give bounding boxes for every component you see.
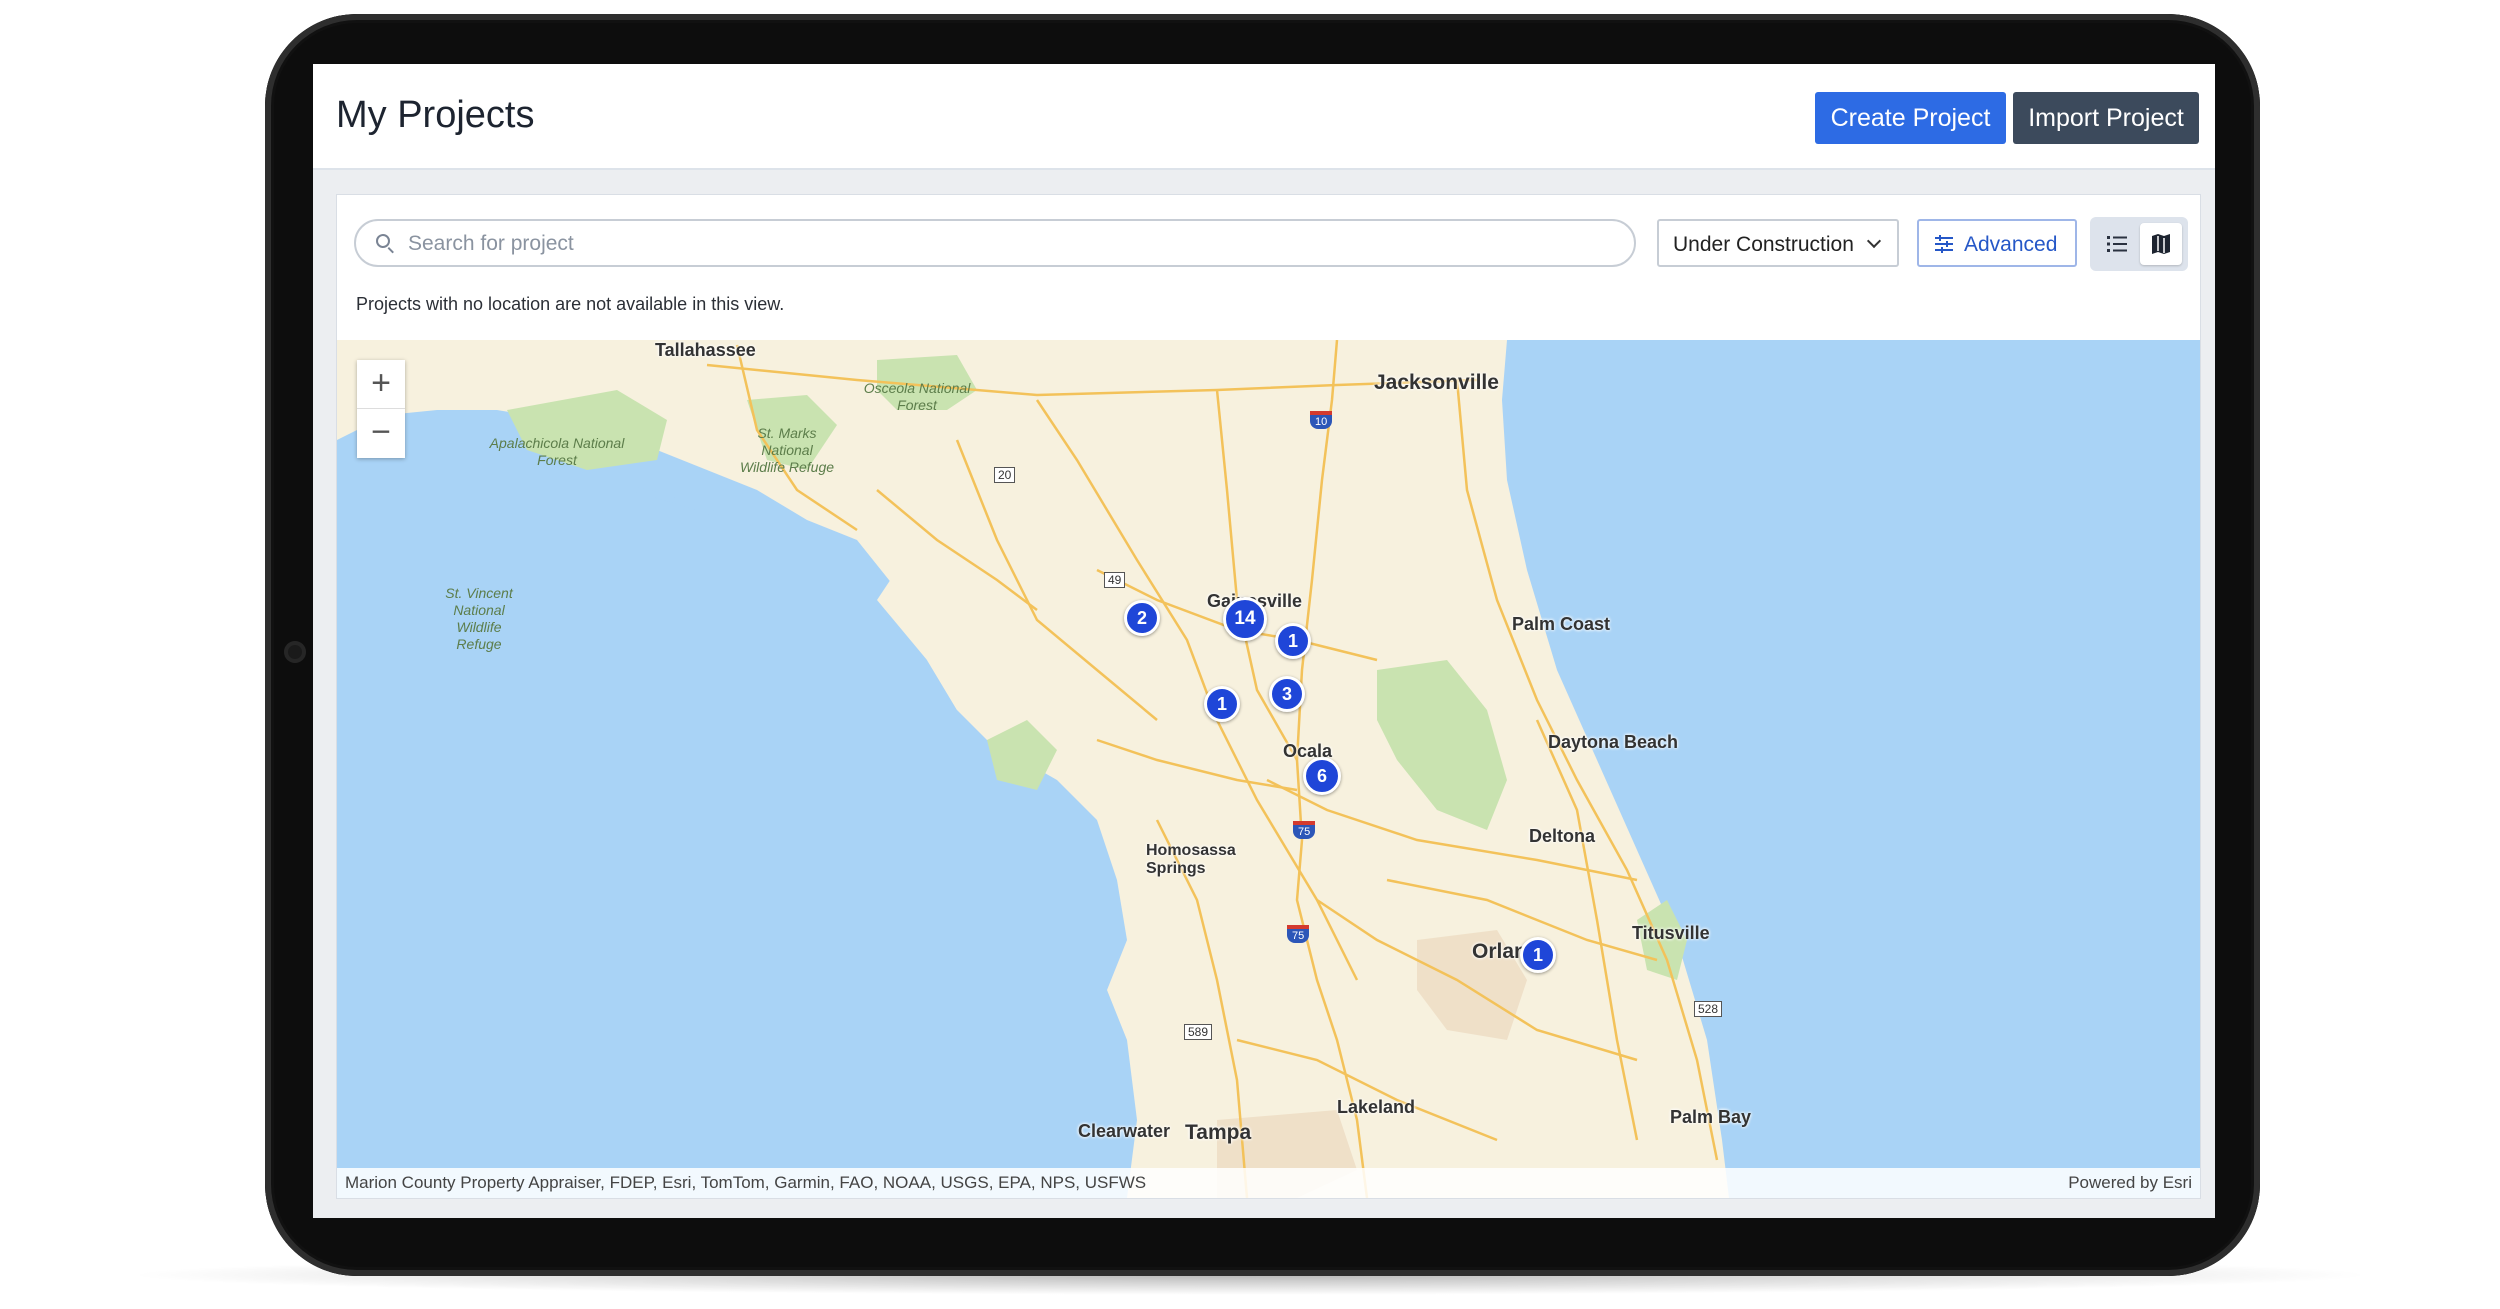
advanced-filter-button[interactable]: Advanced — [1917, 219, 2077, 267]
search-icon — [376, 234, 390, 248]
interstate-shield: 75 — [1293, 821, 1316, 839]
park-label: Apalachicola National Forest — [489, 435, 625, 468]
create-project-button[interactable]: Create Project — [1815, 92, 2006, 144]
camera-icon — [284, 641, 306, 663]
city-label: Daytona Beach — [1548, 732, 1679, 752]
project-cluster-marker[interactable]: 14 — [1223, 597, 1267, 641]
zoom-control: + − — [357, 360, 405, 458]
park-label: St. Marks National Wildlife Refuge — [739, 425, 835, 475]
interstate-shield: 10 — [1310, 411, 1333, 429]
project-cluster-marker[interactable]: 2 — [1124, 600, 1160, 636]
route-shield: 589 — [1184, 1024, 1213, 1040]
list-icon — [2107, 236, 2127, 252]
city-label: Tallahassee — [655, 340, 756, 360]
search-input[interactable] — [406, 227, 1610, 261]
view-toggle — [2090, 217, 2188, 271]
page-title: My Projects — [336, 94, 535, 136]
zoom-out-button[interactable]: − — [357, 409, 405, 457]
city-label: Palm Bay — [1670, 1107, 1752, 1127]
city-label: Clearwater — [1078, 1121, 1171, 1141]
route-shield: 49 — [1104, 572, 1126, 588]
park-label: Osceola National Forest — [863, 380, 971, 413]
park-label: St. Vincent National Wildlife Refuge — [445, 585, 513, 652]
zoom-in-button[interactable]: + — [357, 360, 405, 409]
status-filter-select[interactable]: Under Construction — [1657, 219, 1899, 267]
project-cluster-marker[interactable]: 3 — [1269, 676, 1305, 712]
interstate-shield: 75 — [1287, 925, 1310, 943]
sliders-icon — [1935, 235, 1953, 253]
city-label: Titusville — [1632, 923, 1710, 943]
project-map[interactable]: + − Tallahassee Jacksonville Gainesville… — [337, 340, 2200, 1198]
city-label: Deltona — [1529, 826, 1596, 846]
project-cluster-marker[interactable]: 1 — [1204, 686, 1240, 722]
city-label: Jacksonville — [1374, 371, 1499, 394]
status-filter-value: Under Construction — [1673, 233, 1854, 256]
search-box[interactable] — [354, 219, 1636, 267]
projects-panel: Under Construction Advanced — [336, 194, 2201, 1199]
route-shield: 20 — [994, 467, 1016, 483]
advanced-label: Advanced — [1964, 233, 2058, 256]
list-view-button[interactable] — [2096, 223, 2138, 265]
map-attribution: Marion County Property Appraiser, FDEP, … — [337, 1168, 2200, 1198]
import-project-button[interactable]: Import Project — [2013, 92, 2199, 144]
attribution-sources: Marion County Property Appraiser, FDEP, … — [345, 1173, 1147, 1192]
page-header: My Projects Create Project Import Projec… — [313, 64, 2215, 170]
city-label: Lakeland — [1337, 1097, 1416, 1117]
powered-by-esri[interactable]: Powered by Esri — [2068, 1173, 2192, 1193]
app-screen: My Projects Create Project Import Projec… — [313, 64, 2215, 1218]
route-shield: 528 — [1694, 1001, 1723, 1017]
project-cluster-marker[interactable]: 6 — [1303, 757, 1341, 795]
no-location-notice: Projects with no location are not availa… — [356, 294, 785, 314]
city-label: Homosassa Springs — [1146, 842, 1236, 877]
chevron-down-icon — [1866, 233, 1882, 249]
project-cluster-marker[interactable]: 1 — [1520, 937, 1556, 973]
map-icon — [2152, 234, 2170, 254]
map-view-button[interactable] — [2140, 223, 2182, 265]
project-cluster-marker[interactable]: 1 — [1275, 623, 1311, 659]
city-label: Tampa — [1185, 1121, 1252, 1144]
city-label: Palm Coast — [1512, 614, 1611, 634]
